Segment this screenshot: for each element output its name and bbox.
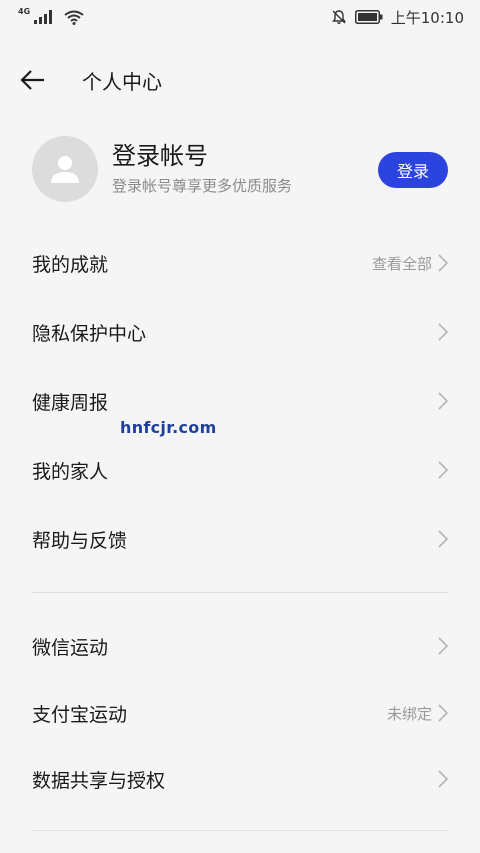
account-section: 登录帐号 登录帐号尊享更多优质服务 登录 — [0, 134, 480, 206]
account-text: 登录帐号 登录帐号尊享更多优质服务 — [112, 140, 292, 198]
menu-item-right — [438, 637, 448, 655]
clock: 上午10:10 — [390, 8, 464, 27]
network-type: 4G — [18, 6, 31, 16]
back-button[interactable] — [20, 56, 70, 104]
chevron-right-icon — [438, 770, 448, 788]
chevron-right-icon — [438, 323, 448, 341]
binding-status: 未绑定 — [386, 704, 432, 723]
menu-item-label: 隐私保护中心 — [32, 322, 147, 345]
status-right: 上午10:10 — [331, 7, 464, 28]
status-bar: 4G 上午10:10 — [0, 0, 480, 34]
login-button[interactable]: 登录 — [378, 152, 448, 188]
account-name[interactable]: 登录帐号 — [112, 140, 292, 172]
chevron-right-icon — [438, 704, 448, 722]
chevron-right-icon — [438, 392, 448, 410]
menu-item-label: 我的家人 — [32, 460, 109, 483]
battery-icon — [354, 10, 383, 24]
mute-bell-icon — [331, 10, 346, 24]
section-divider — [32, 592, 448, 593]
menu-item-label: 帮助与反馈 — [32, 529, 128, 552]
user-icon — [51, 156, 79, 183]
menu-item-right — [438, 323, 448, 341]
menu-item-alipay-sport[interactable]: 支付宝运动 未绑定 — [0, 685, 480, 741]
signal-icon — [34, 10, 53, 24]
menu-item-label: 微信运动 — [32, 636, 109, 659]
status-left: 4G — [18, 6, 84, 25]
menu-item-label: 健康周报 — [32, 391, 109, 414]
chevron-right-icon — [438, 530, 448, 548]
menu-item-label: 支付宝运动 — [32, 703, 128, 726]
menu-item-right — [438, 461, 448, 479]
avatar[interactable] — [32, 136, 98, 202]
account-description: 登录帐号尊享更多优质服务 — [112, 177, 293, 195]
menu-item-right — [438, 392, 448, 410]
menu-item-help-feedback[interactable]: 帮助与反馈 — [0, 511, 480, 567]
page-title: 个人中心 — [82, 69, 162, 94]
menu-item-right: 查看全部 — [372, 253, 448, 274]
chevron-right-icon — [438, 254, 448, 272]
menu-item-achievements[interactable]: 我的成就 查看全部 — [0, 235, 480, 291]
menu-item-wechat-sport[interactable]: 微信运动 — [0, 618, 480, 674]
menu-item-right — [438, 530, 448, 548]
chevron-right-icon — [438, 637, 448, 655]
section-divider — [32, 830, 448, 831]
menu-item-right: 未绑定 — [387, 703, 448, 724]
menu-item-right — [438, 770, 448, 788]
back-arrow-icon — [20, 70, 44, 90]
watermark: hnfcjr.com — [120, 418, 217, 437]
chevron-right-icon — [438, 461, 448, 479]
screen: 4G 上午10:10 个人中心 登录帐号 登录帐号尊享更多优质服务 登录 我的成… — [0, 0, 480, 853]
view-all-link[interactable]: 查看全部 — [372, 253, 432, 274]
menu-item-label: 数据共享与授权 — [32, 769, 166, 792]
menu-item-my-family[interactable]: 我的家人 — [0, 442, 480, 498]
menu-item-health-weekly[interactable]: 健康周报 — [0, 373, 480, 429]
menu-item-data-sharing[interactable]: 数据共享与授权 — [0, 751, 480, 807]
wifi-icon — [64, 10, 84, 25]
title-bar: 个人中心 — [0, 56, 480, 104]
menu-item-label: 我的成就 — [32, 253, 109, 276]
menu-item-privacy-center[interactable]: 隐私保护中心 — [0, 304, 480, 360]
